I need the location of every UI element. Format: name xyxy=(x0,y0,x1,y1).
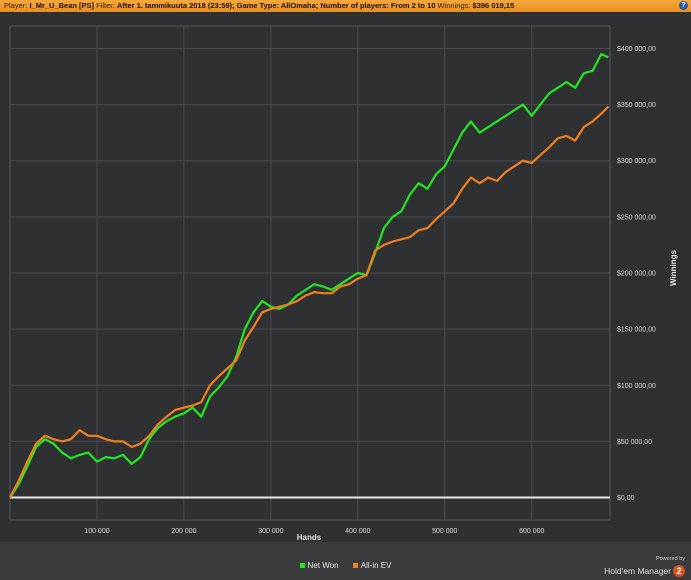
y-tick-label: $400 000,00 xyxy=(617,46,656,53)
player-label: Player: xyxy=(4,1,28,10)
player-value: I_Mr_U_Bean [PS] xyxy=(29,1,95,10)
winnings-label: Winnings: xyxy=(437,1,471,10)
product-name: Hold'em Manager xyxy=(604,565,671,576)
winnings-chart: 100 000 200 000 300 000 400 000 500 000 600 0… xyxy=(9,25,678,542)
winnings-value: $396 019,15 xyxy=(472,1,515,10)
legend-swatch-net-won xyxy=(299,563,305,569)
filter-label: Filter: xyxy=(96,1,115,10)
x-tick-label: 400 000 xyxy=(345,528,370,535)
x-tick-label: 500 000 xyxy=(432,528,457,535)
y-axis-label: Winnings xyxy=(669,249,678,285)
y-tick-label: $250 000,00 xyxy=(617,214,656,221)
powered-by-logo: Powered by Hold'em Manager 2 xyxy=(604,556,685,580)
y-tick-label: $150 000,00 xyxy=(617,327,656,334)
y-tick-label: $300 000,00 xyxy=(617,158,656,165)
x-tick-label: 300 000 xyxy=(258,528,283,535)
series-lines xyxy=(9,52,610,499)
filter-value: After 1. tammikuuta 2018 (23:59); Game T… xyxy=(116,1,436,10)
x-tick-label: 100 000 xyxy=(84,528,109,535)
y-tick-label: $350 000,00 xyxy=(617,102,656,109)
series-line-all-in-ev xyxy=(9,106,610,499)
y-tick-label: $0,00 xyxy=(617,495,635,502)
legend-label-net-won: Net Won xyxy=(307,561,339,570)
x-tick-label: 200 000 xyxy=(171,528,196,535)
legend-label-all-in-ev: All-in EV xyxy=(360,561,392,570)
legend-item-net-won[interactable]: Net Won xyxy=(299,561,339,570)
y-tick-label: $200 000,00 xyxy=(617,271,656,278)
y-tick-label: $50 000,00 xyxy=(617,439,652,446)
powered-by-text: Powered by xyxy=(655,556,685,562)
filter-info-bar: Player: I_Mr_U_Bean [PS] Filter: After 1… xyxy=(0,0,691,12)
chart-area: 100 000 200 000 300 000 400 000 500 000 600 0… xyxy=(0,12,691,542)
help-icon[interactable]: ? xyxy=(679,1,688,10)
y-tick-label: $100 000,00 xyxy=(617,383,656,390)
x-tick-label: 600 000 xyxy=(519,528,544,535)
series-line-net-won xyxy=(9,52,609,499)
legend-item-all-in-ev[interactable]: All-in EV xyxy=(352,561,392,570)
legend-swatch-all-in-ev xyxy=(352,563,358,569)
chart-legend: Net Won All-in EV xyxy=(0,561,691,570)
gridlines xyxy=(9,25,611,521)
y-tick-labels: $0,00 $50 000,00 $100 000,00 $150 000,00 $20… xyxy=(617,46,656,502)
x-axis-label: Hands xyxy=(297,533,322,542)
version-badge: 2 xyxy=(673,564,685,577)
